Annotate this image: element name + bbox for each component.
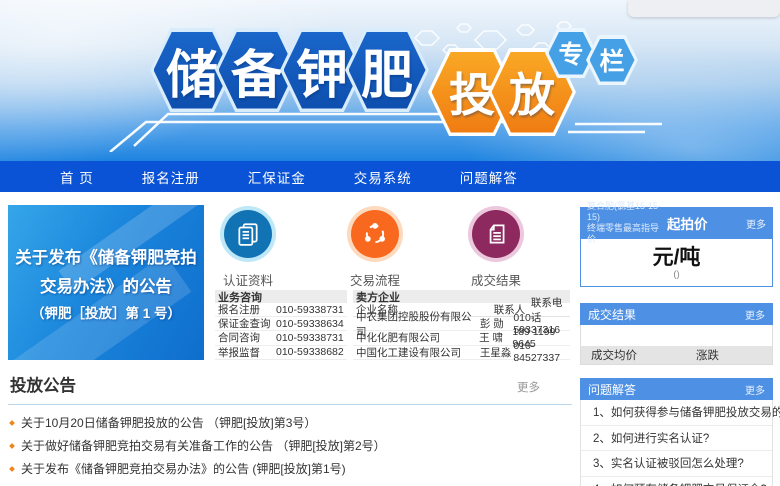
quicklink-trade-process[interactable]: 交易流程	[330, 210, 420, 289]
qa-item[interactable]: 3、实名认证被驳回怎么处理?	[581, 451, 772, 477]
bullet-icon	[9, 443, 15, 449]
qa-item[interactable]: 2、如何进行实名认证?	[581, 426, 772, 452]
table-row: 中国化工建设有限公司 王星淼 010-84527337	[353, 346, 570, 360]
qa-panel-body: 1、如何获得参与储备钾肥投放交易的权限? 2、如何进行实名认证? 3、实名认证被…	[580, 400, 773, 486]
qa-item[interactable]: 1、如何获得参与储备钾肥投放交易的权限?	[581, 400, 772, 426]
price-unit: 元/吨	[653, 246, 701, 269]
quicklink-label: 交易流程	[330, 270, 420, 289]
quicklink-label: 认证资料	[203, 270, 293, 289]
change-label: 涨跌	[696, 347, 719, 363]
deal-panel-title: 成交结果	[588, 306, 636, 323]
notice-more-link[interactable]: 更多	[517, 379, 562, 395]
price-more-link[interactable]: 更多	[746, 216, 766, 231]
quicklink-deal-results[interactable]: 成交结果	[451, 210, 541, 289]
notice-item-text: 关于发布《储备钾肥竞拍交易办法》的公告 (钾肥[投放]第1号)	[21, 460, 346, 477]
product-name: 复合肥(氯基15-15-15)	[587, 201, 665, 223]
consult-table-header: 业务咨询	[215, 290, 347, 303]
seller-companies-table: 卖方企业 企业名称 联系人 联系电话 中农集团控股股份有限公司 彭 勋 010-…	[353, 290, 570, 360]
consult-label: 报名注册	[218, 302, 276, 317]
price-panel-title: 起拍价	[667, 213, 708, 233]
divider	[8, 404, 572, 405]
nav-item-home[interactable]: 首 页	[60, 167, 94, 187]
main-nav: 首 页 报名注册 汇保证金 交易系统 问题解答	[0, 161, 780, 192]
table-row: 合同咨询 010-59338731	[215, 331, 347, 345]
notice-item[interactable]: 关于10月20日储备钾肥投放的公告 （钾肥[投放]第3号）	[0, 411, 572, 434]
starting-price-panel: 复合肥(氯基15-15-15) 终端零售最高指导价 起拍价 更多 元/吨 ()	[580, 207, 773, 287]
announcement-card-line2: 交易办法》的公告	[40, 273, 172, 297]
banner-title-char: 备	[231, 33, 283, 108]
notice-item[interactable]	[0, 480, 572, 486]
notice-item-text: 关于10月20日储备钾肥投放的公告 （钾肥[投放]第3号）	[21, 414, 316, 431]
bullet-icon	[9, 466, 15, 472]
price-panel-header: 复合肥(氯基15-15-15) 终端零售最高指导价 起拍价 更多	[580, 207, 773, 239]
qa-panel-header: 问题解答 更多	[580, 378, 773, 400]
avg-price-label: 成交均价	[591, 347, 696, 363]
seller-company: 中国化工建设有限公司	[356, 345, 480, 360]
consult-label: 保证金查询	[218, 316, 276, 331]
qa-panel-title: 问题解答	[588, 381, 636, 398]
bullet-icon	[9, 420, 15, 426]
notice-section-title: 投放公告	[10, 372, 76, 396]
browser-overlay-remnant	[628, 0, 780, 17]
announcement-banner-card[interactable]: 关于发布《储备钾肥竞拍 交易办法》的公告 （钾肥［投放］第 1 号）	[8, 205, 204, 360]
page: 储 备 钾 肥 投 放 专 栏 首 页 报名注册 汇保证金 交易系统	[0, 0, 780, 486]
notice-item[interactable]: 关于做好储备钾肥竞拍交易有关准备工作的公告 （钾肥[投放]第2号）	[0, 434, 572, 457]
consult-phone: 010-59338682	[276, 346, 344, 358]
quicklink-label: 成交结果	[451, 270, 541, 289]
product-subtitle: 终端零售最高指导价	[587, 223, 665, 245]
seller-contact: 彭 勋	[480, 316, 513, 331]
consult-label: 举报监督	[218, 345, 276, 360]
table-row: 保证金查询 010-59338634	[215, 317, 347, 331]
deal-empty-row	[581, 325, 772, 346]
qa-panel: 问题解答 更多 1、如何获得参与储备钾肥投放交易的权限? 2、如何进行实名认证?…	[580, 378, 773, 486]
deal-results-panel: 成交结果 更多 成交均价 涨跌	[580, 303, 773, 365]
consult-label: 合同咨询	[218, 330, 276, 345]
nav-item-deposit[interactable]: 汇保证金	[248, 167, 306, 187]
qa-more-link[interactable]: 更多	[745, 382, 765, 397]
banner-badge-char: 专	[558, 35, 583, 71]
deal-more-link[interactable]: 更多	[745, 307, 765, 322]
banner-title-char: 储	[166, 33, 218, 108]
notice-header: 投放公告 更多	[0, 368, 572, 404]
announcement-card-line1: 关于发布《储备钾肥竞拍	[15, 244, 197, 268]
deal-panel-header: 成交结果 更多	[580, 303, 773, 325]
table-row: 举报监督 010-59338682	[215, 346, 347, 360]
consult-phone: 010-59338634	[276, 318, 344, 330]
price-note: ()	[673, 269, 679, 280]
table-row: 报名注册 010-59338731	[215, 303, 347, 317]
seller-contact: 王 啸	[479, 330, 512, 345]
banner-title-char: 钾	[296, 33, 348, 108]
seller-contact: 王星淼	[480, 345, 513, 360]
consult-phone: 010-59338731	[276, 332, 344, 344]
notice-item[interactable]: 关于发布《储备钾肥竞拍交易办法》的公告 (钾肥[投放]第1号)	[0, 457, 572, 480]
nav-item-trading-system[interactable]: 交易系统	[354, 167, 412, 187]
result-doc-icon	[472, 210, 520, 258]
hero-banner: 储 备 钾 肥 投 放 专 栏	[0, 0, 780, 161]
business-consult-table: 业务咨询 报名注册 010-59338731 保证金查询 010-5933863…	[215, 290, 347, 360]
quicklink-certification[interactable]: 认证资料	[203, 210, 293, 289]
deal-summary-row: 成交均价 涨跌	[581, 346, 772, 364]
price-panel-body: 元/吨 ()	[580, 239, 773, 287]
announcement-card-line3: （钾肥［投放］第 1 号）	[31, 302, 181, 322]
banner-badge-char: 栏	[599, 42, 624, 78]
banner-subtitle-char: 放	[509, 59, 555, 125]
seller-phone: 010-84527337	[513, 340, 570, 364]
qa-item[interactable]: 4、如何预存储备钾肥交易保证金?	[581, 477, 772, 486]
release-notice-section: 投放公告 更多 关于10月20日储备钾肥投放的公告 （钾肥[投放]第3号） 关于…	[0, 368, 572, 486]
certificate-docs-icon	[224, 210, 272, 258]
consult-phone: 010-59338731	[276, 304, 344, 316]
seller-company: 中化化肥有限公司	[356, 330, 479, 345]
notice-item-text: 关于做好储备钾肥竞拍交易有关准备工作的公告 （钾肥[投放]第2号）	[21, 437, 386, 454]
nav-item-qa[interactable]: 问题解答	[460, 167, 518, 187]
banner-title-char: 肥	[361, 33, 413, 108]
share-network-icon	[351, 210, 399, 258]
deal-panel-body: 成交均价 涨跌	[580, 325, 773, 365]
nav-item-register[interactable]: 报名注册	[142, 167, 200, 187]
